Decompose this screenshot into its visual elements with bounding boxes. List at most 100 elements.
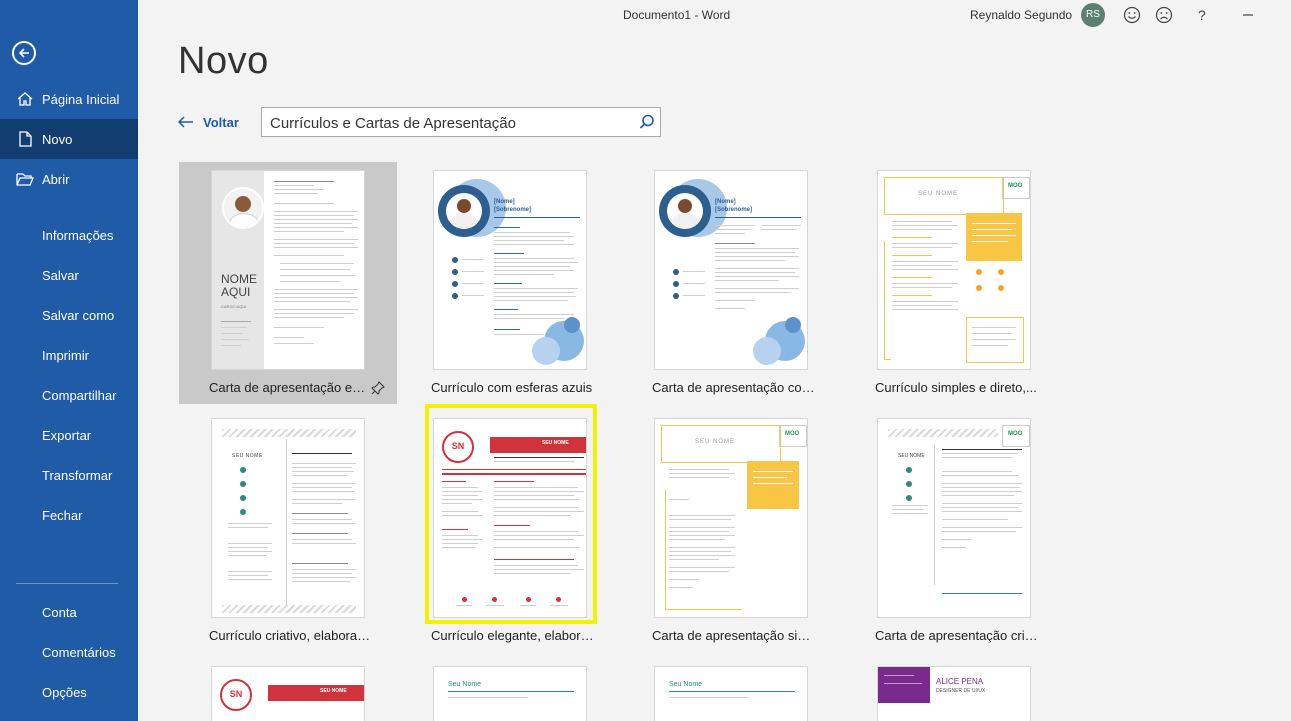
thumb-first-name: [Nome]	[715, 199, 736, 205]
template-label: Currículo com esferas azuis	[431, 380, 593, 395]
smile-icon[interactable]	[1122, 5, 1142, 25]
avatar[interactable]: RS	[1081, 3, 1105, 27]
folder-open-icon	[16, 173, 34, 186]
sidebar-item-save-as[interactable]: Salvar como	[0, 295, 138, 335]
template-label: Currículo elegante, elabora...	[431, 628, 597, 643]
sidebar-item-transform[interactable]: Transformar	[0, 455, 138, 495]
title-bar: Documento1 - Word Reynaldo Segundo RS ?	[138, 0, 1291, 30]
sidebar-item-label: Exportar	[42, 427, 92, 443]
template-tile[interactable]: ALICE PENA DESIGNER DE UI/UX	[845, 658, 1063, 721]
sidebar-item-label: Abrir	[42, 171, 70, 187]
sidebar-item-new[interactable]: Novo	[0, 119, 138, 159]
template-thumbnail: Seu Nome	[433, 666, 587, 721]
template-thumbnail: SEU NOME	[211, 418, 365, 618]
sidebar-item-label: Compartilhar	[42, 387, 117, 403]
template-tile[interactable]: Seu Nome	[622, 658, 840, 721]
template-label: Currículo criativo, elaborad...	[209, 628, 375, 643]
sidebar-item-share[interactable]: Compartilhar	[0, 375, 138, 415]
search-input[interactable]	[268, 112, 632, 134]
thumb-initials: SN	[229, 689, 243, 699]
template-tile[interactable]: SEU NOME MOO Currículo simples e direto,…	[845, 162, 1063, 404]
thumb-name-heading: SEU NOME	[695, 439, 736, 445]
template-thumbnail: SN SEU NOME	[211, 666, 365, 721]
selection-highlight	[425, 404, 597, 624]
sidebar-item-label: Informações	[42, 227, 114, 243]
thumb-job-title: DESIGNER DE UI/UX	[936, 688, 986, 694]
thumb-brand-logo: MOO	[785, 431, 800, 437]
user-name[interactable]: Reynaldo Segundo	[970, 8, 1072, 22]
template-label: Carta de apresentação criat...	[875, 628, 1041, 643]
sidebar-item-label: Página Inicial	[42, 91, 120, 107]
arrow-left-icon	[178, 116, 193, 128]
thumb-name-heading: SEU NOME	[232, 453, 263, 459]
template-thumbnail: Seu Nome	[654, 666, 808, 721]
sidebar-item-label: Fechar	[42, 507, 83, 523]
template-thumbnail: MOO SEU NOME	[877, 418, 1031, 618]
thumb-name-heading: NOME AQUI	[221, 272, 257, 299]
sidebar-item-save[interactable]: Salvar	[0, 255, 138, 295]
template-tile[interactable]: SEU NOME MOO Carta de apresentação sim..…	[622, 410, 840, 652]
thumb-name-heading: SEU NOME	[918, 191, 959, 197]
sidebar-item-label: Salvar como	[42, 307, 115, 323]
template-thumbnail: SEU NOME MOO	[877, 170, 1031, 370]
template-label: Carta de apresentação em t...	[209, 380, 369, 395]
thumb-first-name: [Nome]	[494, 199, 515, 205]
thumb-brand-logo: MOO	[1008, 431, 1023, 437]
sidebar-item-close[interactable]: Fechar	[0, 495, 138, 535]
template-tile[interactable]: MOO SEU NOME Carta de apresentação criat…	[845, 410, 1063, 652]
frown-icon[interactable]	[1154, 5, 1174, 25]
template-tile[interactable]: [Nome] [Sobrenome] Currículo com esferas…	[401, 162, 619, 404]
sidebar-item-label: Novo	[42, 131, 73, 147]
sidebar-item-options[interactable]: Opções	[0, 672, 138, 712]
template-tile[interactable]: SEU NOME Currículo criativo, elaborad...	[179, 410, 397, 652]
sidebar-item-home[interactable]: Página Inicial	[0, 79, 138, 119]
backstage-sidebar: Página Inicial Novo Abrir Informações Sa…	[0, 0, 138, 721]
thumb-name-heading: ALICE PENA	[936, 677, 984, 686]
thumb-name-heading: SEU NOME	[898, 453, 925, 459]
template-label: Carta de apresentação sim...	[652, 628, 818, 643]
sidebar-item-label: Opções	[42, 684, 87, 700]
template-tile[interactable]: SN SEU NOME	[179, 658, 397, 721]
thumb-name-heading: Seu Nome	[448, 681, 482, 688]
template-tile[interactable]: NOME AQUI CARGO AQUI Carta de apresentaç…	[179, 162, 397, 404]
sidebar-item-open[interactable]: Abrir	[0, 159, 138, 199]
template-label: Currículo simples e direto,...	[875, 380, 1037, 395]
svg-text:?: ?	[1198, 7, 1206, 23]
template-thumbnail: [Nome] [Sobrenome]	[654, 170, 808, 370]
template-thumbnail: [Nome] [Sobrenome]	[433, 170, 587, 370]
back-arrow-icon[interactable]	[12, 41, 36, 65]
sidebar-item-account[interactable]: Conta	[0, 592, 138, 632]
thumb-name-heading: Seu Nome	[669, 681, 703, 688]
vertical-scrollbar[interactable]	[1287, 160, 1291, 680]
page-title: Novo	[178, 40, 269, 82]
template-tile[interactable]: [Nome] [Sobrenome] Carta de apresentação…	[622, 162, 840, 404]
template-label: Carta de apresentação com...	[652, 380, 818, 395]
back-button[interactable]: Voltar	[178, 112, 239, 132]
sidebar-item-export[interactable]: Exportar	[0, 415, 138, 455]
window-title: Documento1 - Word	[623, 8, 731, 22]
template-tile[interactable]: Seu Nome	[401, 658, 619, 721]
thumb-last-name: [Sobrenome]	[494, 207, 532, 213]
sidebar-item-label: Imprimir	[42, 347, 89, 363]
sidebar-item-label: Salvar	[42, 267, 79, 283]
help-icon[interactable]: ?	[1192, 5, 1212, 25]
template-thumbnail: SEU NOME MOO	[654, 418, 808, 618]
sidebar-item-print[interactable]: Imprimir	[0, 335, 138, 375]
minimize-icon[interactable]	[1238, 5, 1258, 25]
sidebar-divider	[16, 583, 118, 584]
sidebar-item-label: Transformar	[42, 467, 113, 483]
new-document-icon	[19, 131, 32, 147]
thumb-brand-logo: MOO	[1008, 183, 1023, 189]
template-thumbnail: NOME AQUI CARGO AQUI	[211, 170, 365, 370]
pin-icon[interactable]	[371, 381, 385, 395]
sidebar-item-label: Comentários	[42, 644, 116, 660]
sidebar-item-feedback[interactable]: Comentários	[0, 632, 138, 672]
sidebar-item-info[interactable]: Informações	[0, 215, 138, 255]
thumb-name-heading: SEU NOME	[320, 688, 347, 694]
thumb-job-title: CARGO AQUI	[221, 304, 247, 309]
back-label: Voltar	[203, 114, 239, 130]
search-icon[interactable]	[638, 113, 656, 131]
template-thumbnail: ALICE PENA DESIGNER DE UI/UX	[877, 666, 1031, 721]
search-box	[261, 107, 661, 137]
sidebar-item-label: Conta	[42, 604, 77, 620]
